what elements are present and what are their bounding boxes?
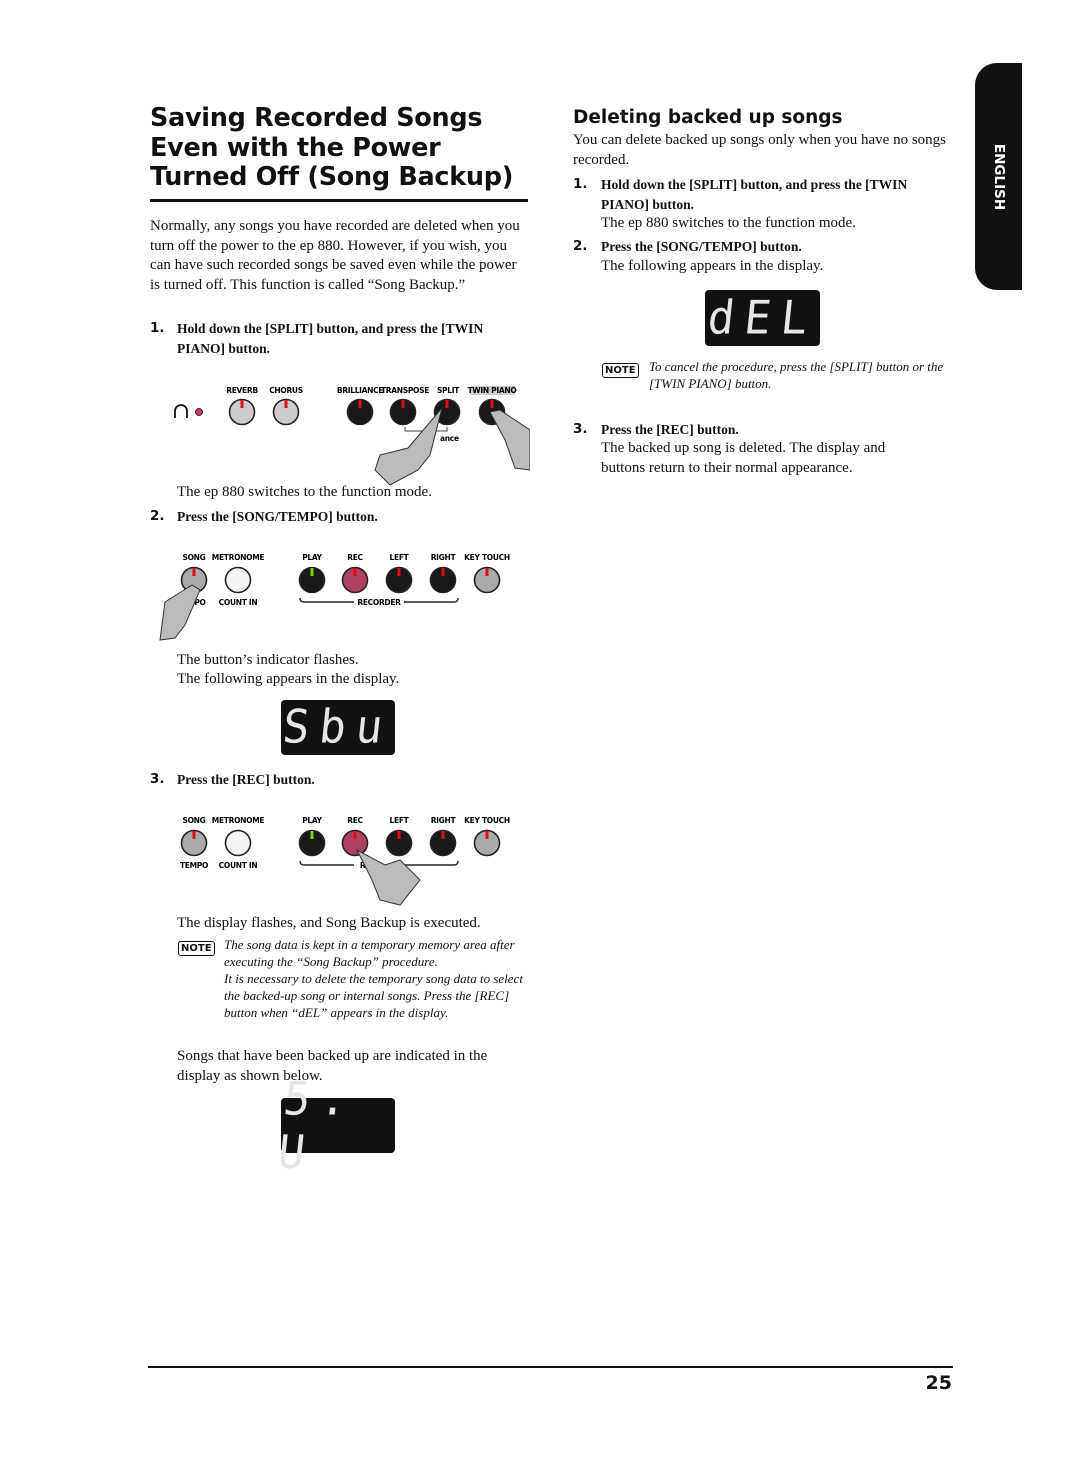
intro-paragraph: Normally, any songs you have recorded ar…: [150, 218, 520, 293]
section-heading: Deleting backed up songs: [573, 107, 843, 128]
sub-label: COUNT IN: [219, 598, 258, 607]
button-label: PLAY: [302, 816, 322, 825]
result-text: The display flashes, and Song Backup is …: [177, 915, 481, 931]
knob-label: CHORUS: [269, 386, 303, 395]
page-number: 25: [925, 1372, 952, 1394]
headphone-icon: [174, 404, 188, 418]
indicator-led: [490, 400, 494, 408]
note-text: To cancel the procedure, press the [SPLI…: [649, 359, 944, 391]
indicator-led: [358, 400, 362, 408]
button-label: REC: [347, 816, 363, 825]
indicator-led: [195, 408, 203, 416]
panel-illustration-split-twin: REVERB CHORUS BRILLIANCE TRANSPOSE SPLIT…: [174, 386, 530, 485]
indicator-led: [441, 568, 445, 576]
group-label: RECORDER: [357, 598, 401, 607]
result-text: The following appears in the display.: [601, 258, 824, 274]
note-badge: NOTE: [178, 941, 215, 956]
button-label: SONG: [182, 553, 205, 562]
button-label: RIGHT: [431, 816, 457, 825]
step-text: Press the [SONG/TEMPO] button.: [601, 239, 802, 254]
indicator-led: [441, 831, 445, 839]
knob-label: BRILLIANCE: [337, 386, 384, 395]
indicator-led: [284, 400, 288, 408]
step-number: 2.: [150, 508, 165, 524]
result-text: The button’s indicator flashes.: [177, 652, 359, 668]
button-label: KEY TOUCH: [464, 553, 510, 562]
indicator-led: [353, 831, 357, 839]
panel-illustration-rec: SONG METRONOME PLAY REC LEFT RIGHT KEY TOUCH T…: [180, 816, 510, 906]
display-del: dEL: [704, 290, 821, 346]
knob-label: TRANSPOSE: [381, 386, 429, 395]
indicator-led: [310, 568, 314, 576]
indicator-led: [401, 400, 405, 408]
panel-illustration-song-tempo: SONGMETRONOMEPLAYRECLEFTRIGHTKEY TOUCH E…: [159, 553, 510, 641]
finger-icon: [355, 848, 421, 906]
result-text: The backed up song is deleted. The displ…: [601, 440, 886, 476]
language-tab: ENGLISH: [975, 63, 1022, 290]
button-label: SONG: [182, 816, 205, 825]
sub-label: TEMPO: [180, 861, 208, 870]
button-label: METRONOME: [212, 553, 265, 562]
note-text: The song data is kept in a temporary mem…: [224, 937, 523, 1020]
button-label: LEFT: [390, 816, 410, 825]
step-text: Hold down the [SPLIT] button, and press …: [177, 321, 484, 356]
button-label: RIGHT: [431, 553, 457, 562]
footer-rule: [148, 1366, 953, 1368]
indicator-led: [310, 831, 314, 839]
note-badge: NOTE: [602, 363, 639, 378]
indicator-led: [192, 831, 196, 839]
indicator-led: [485, 568, 489, 576]
display-sbu: Sbu: [280, 700, 396, 755]
section-intro: You can delete backed up songs only when…: [573, 132, 947, 168]
display-su: 5. U: [275, 1072, 395, 1179]
knob-label: REVERB: [226, 386, 258, 395]
indicator-led: [397, 568, 401, 576]
indicator-led: [353, 568, 357, 576]
button-label: REC: [347, 553, 363, 562]
panel-button: [224, 829, 252, 857]
step-number: 1.: [150, 320, 165, 336]
step-text: Press the [REC] button.: [601, 422, 739, 437]
result-text: The ep 880 switches to the function mode…: [601, 215, 856, 231]
step-number: 2.: [573, 238, 588, 254]
sub-label: COUNT IN: [219, 861, 258, 870]
button-label: KEY TOUCH: [464, 816, 510, 825]
button-label: PLAY: [302, 553, 322, 562]
button-label: LEFT: [390, 553, 410, 562]
indicator-led: [445, 400, 449, 408]
result-text: The ep 880 switches to the function mode…: [177, 484, 432, 500]
page-title: Saving Recorded Songs Even with the Powe…: [150, 103, 514, 192]
knob-label: SPLIT: [437, 386, 460, 395]
result-text: The following appears in the display.: [177, 671, 400, 687]
finger-icon: [489, 409, 530, 471]
step-number: 3.: [150, 771, 165, 787]
indicator-led: [240, 400, 244, 408]
finger-icon: [159, 584, 201, 641]
indicator-led: [485, 831, 489, 839]
partial-label: ance: [440, 434, 459, 443]
step-number: 1.: [573, 176, 588, 192]
panel-button: [224, 566, 252, 594]
step-text: Press the [SONG/TEMPO] button.: [177, 509, 378, 524]
step-number: 3.: [573, 421, 588, 437]
indicator-led: [192, 568, 196, 576]
step-text: Hold down the [SPLIT] button, and press …: [601, 177, 908, 212]
knob-label: TWIN PIANO: [468, 386, 517, 395]
title-rule: [150, 199, 528, 202]
step-text: Press the [REC] button.: [177, 772, 315, 787]
indicator-led: [397, 831, 401, 839]
button-label: METRONOME: [212, 816, 265, 825]
